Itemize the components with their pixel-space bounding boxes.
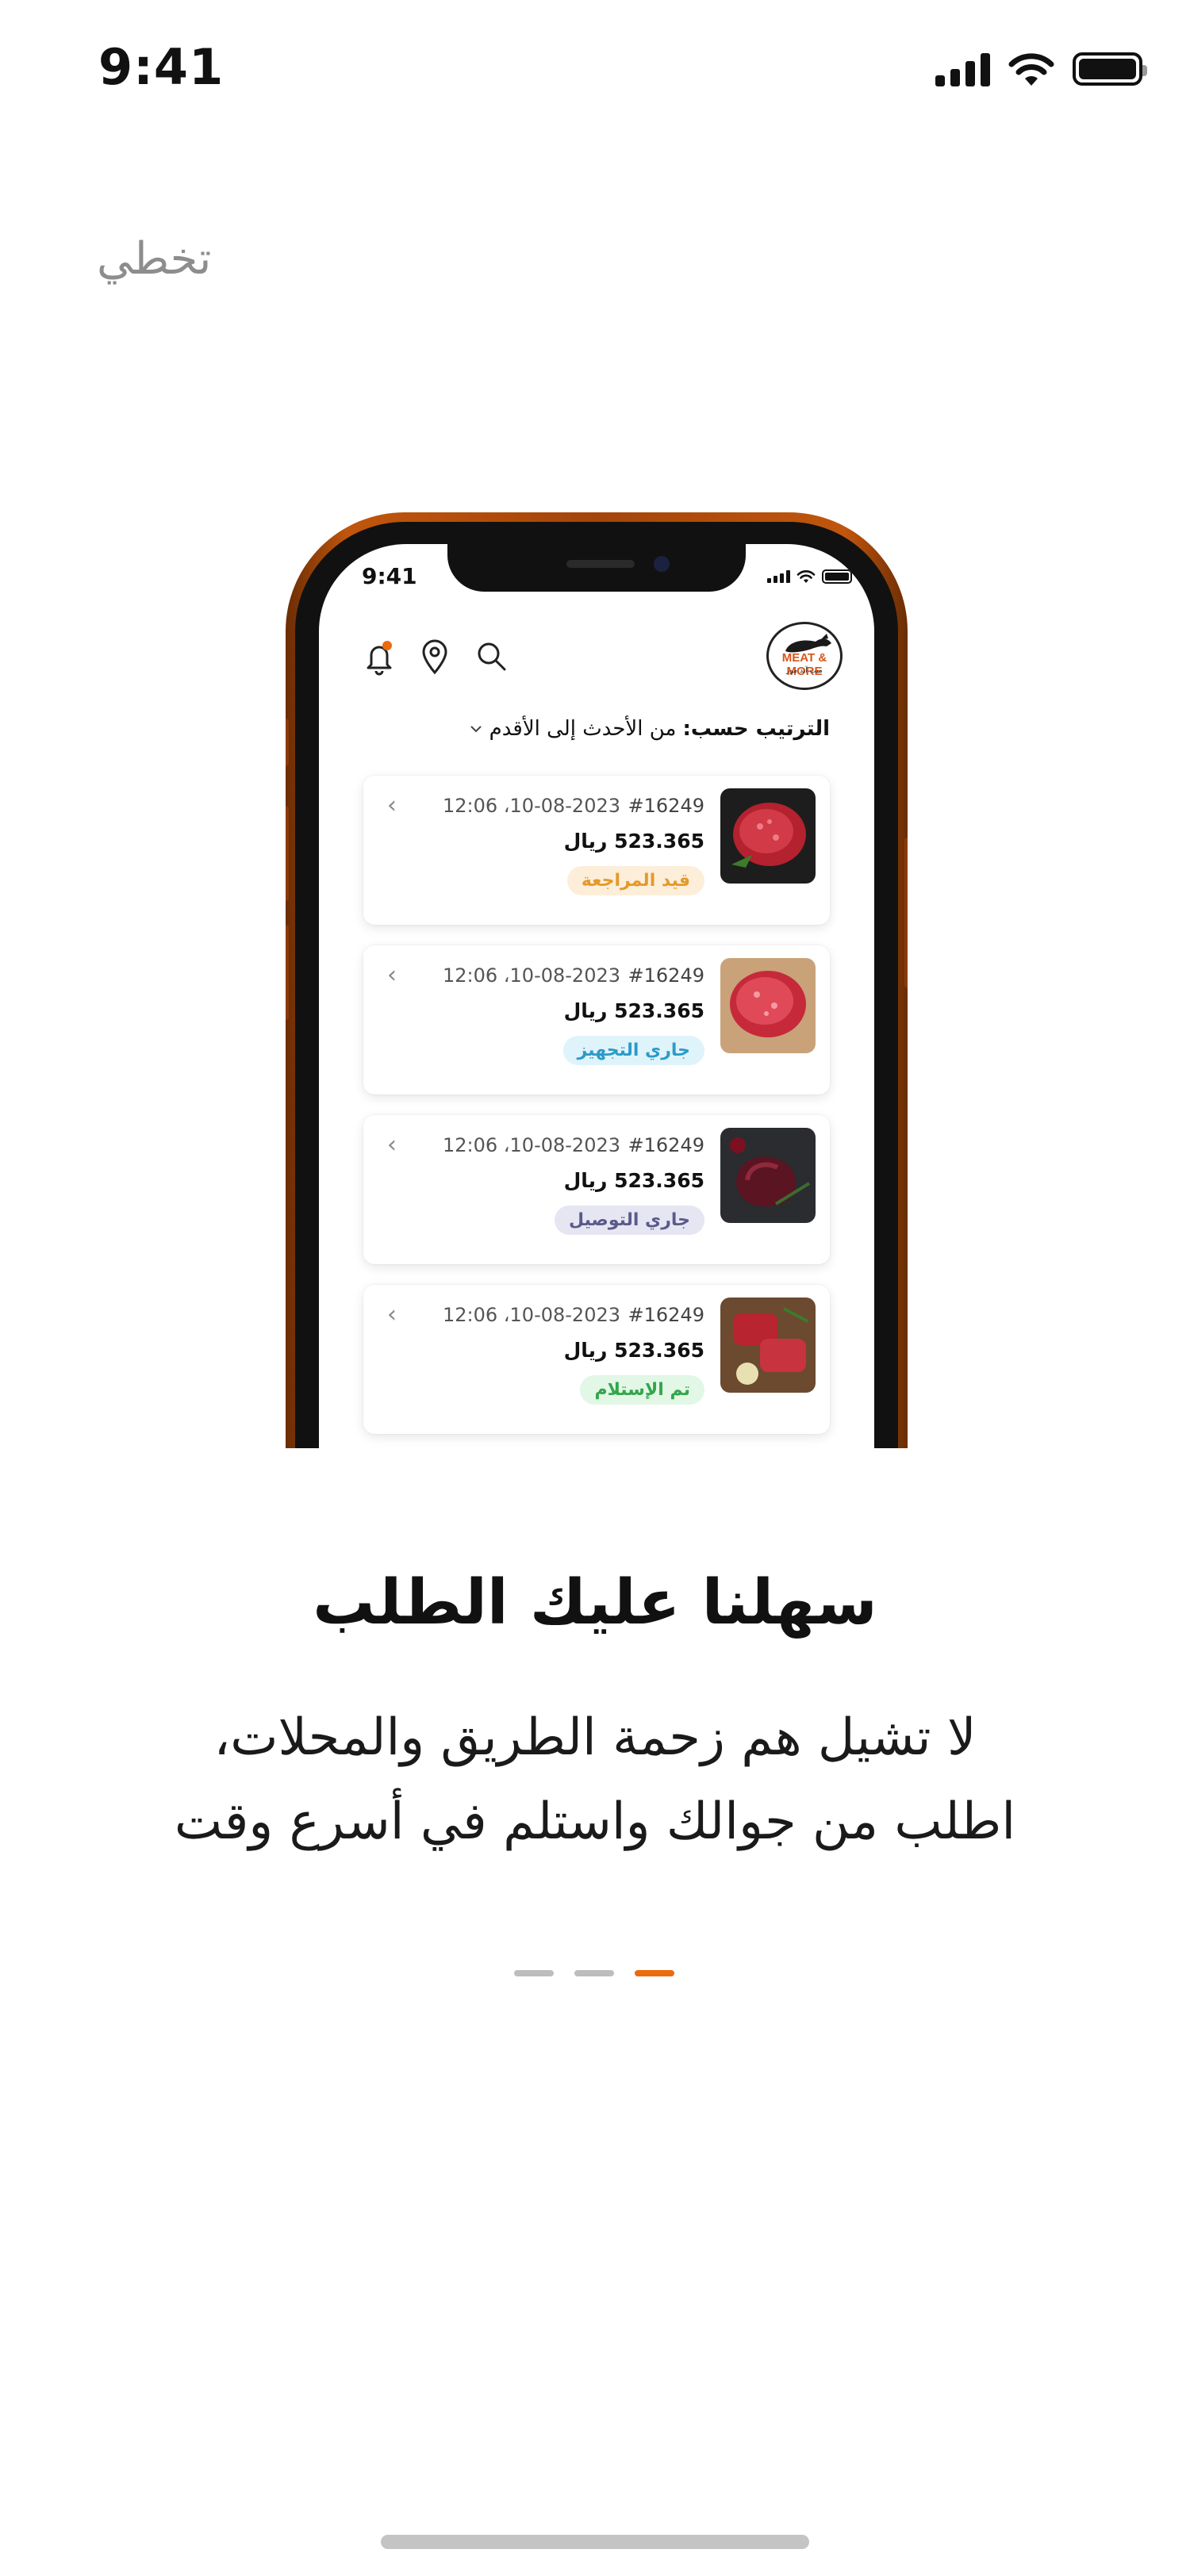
order-price: 523.365 ريال — [563, 999, 704, 1022]
product-image-steaks — [720, 1298, 816, 1393]
status-badge: قيد المراجعة — [566, 866, 704, 895]
onboarding-title: سهلنا عليك الطلب — [313, 1567, 877, 1639]
sort-value: من الأحدث إلى الأقدم — [489, 717, 677, 741]
phone-mockup: 9:41 MEAT & MORE ميت آند مور الترتيب حسب… — [286, 512, 908, 1448]
mockup-toolbar — [363, 638, 509, 676]
page-dot[interactable] — [574, 1970, 614, 1976]
mockup-status-icons — [767, 569, 852, 584]
skip-button[interactable]: تخطي — [97, 233, 211, 285]
product-image-minced-meat — [720, 788, 816, 884]
order-card[interactable]: #16249 12:06 ،10-08-2023 ‹ 523.365 ريال … — [363, 945, 830, 1094]
chevron-left-icon[interactable]: ‹ — [387, 961, 397, 989]
chevron-left-icon[interactable]: ‹ — [387, 1301, 397, 1328]
page-indicator — [514, 1970, 674, 1976]
location-pin-icon[interactable] — [419, 638, 451, 676]
wifi-icon — [1008, 53, 1054, 86]
cellular-signal-icon — [935, 52, 990, 86]
order-id: #16249 — [628, 1134, 704, 1156]
order-card[interactable]: #16249 12:06 ،10-08-2023 ‹ 523.365 ريال … — [363, 1285, 830, 1434]
sort-dropdown[interactable]: الترتيب حسب: من الأحدث إلى الأقدم — [469, 717, 830, 741]
order-datetime: 12:06 ،10-08-2023 — [442, 795, 620, 817]
home-indicator[interactable] — [381, 2535, 809, 2549]
chevron-left-icon[interactable]: ‹ — [387, 1131, 397, 1159]
bell-icon[interactable] — [363, 638, 395, 676]
product-image-ground-beef — [720, 958, 816, 1053]
order-price: 523.365 ريال — [563, 1339, 704, 1362]
sort-label: الترتيب حسب: — [682, 717, 830, 741]
order-price: 523.365 ريال — [563, 830, 704, 853]
page-dot-active[interactable] — [635, 1970, 674, 1976]
description-line-1: لا تشيل هم زحمة الطريق والمحلات، — [213, 1708, 977, 1767]
chevron-down-icon — [470, 726, 482, 733]
mockup-signal-icon — [767, 570, 790, 583]
phone-screen: 9:41 MEAT & MORE ميت آند مور الترتيب حسب… — [319, 544, 874, 1448]
order-datetime: 12:06 ،10-08-2023 — [442, 964, 620, 987]
status-badge: جاري التوصيل — [554, 1206, 704, 1235]
product-image-liver — [720, 1128, 816, 1223]
status-badge: جاري التجهيز — [562, 1036, 704, 1065]
mockup-wifi-icon — [797, 570, 816, 583]
order-id: #16249 — [628, 1304, 704, 1326]
page-dot[interactable] — [514, 1970, 554, 1976]
search-icon[interactable] — [474, 638, 509, 676]
mockup-battery-icon — [822, 569, 852, 584]
order-card[interactable]: #16249 12:06 ،10-08-2023 ‹ 523.365 ريال … — [363, 1115, 830, 1264]
order-price: 523.365 ريال — [563, 1169, 704, 1192]
order-id: #16249 — [628, 795, 704, 817]
mockup-time: 9:41 — [362, 563, 417, 589]
status-badge: تم الإستلام — [580, 1375, 704, 1405]
chevron-left-icon[interactable]: ‹ — [387, 792, 397, 819]
order-card[interactable]: #16249 12:06 ،10-08-2023 ‹ 523.365 ريال … — [363, 776, 830, 925]
order-id: #16249 — [628, 964, 704, 987]
battery-icon — [1073, 52, 1147, 86]
onboarding-description: لا تشيل هم زحمة الطريق والمحلات، اطلب من… — [95, 1696, 1095, 1864]
status-time: 9:41 — [98, 38, 225, 96]
description-line-2: اطلب من جوالك واستلم في أسرع وقت — [174, 1792, 1016, 1851]
phone-notch — [447, 544, 746, 592]
brand-logo: MEAT & MORE ميت آند مور — [766, 622, 843, 690]
order-datetime: 12:06 ،10-08-2023 — [442, 1134, 620, 1156]
order-datetime: 12:06 ،10-08-2023 — [442, 1304, 620, 1326]
status-icons — [935, 51, 1147, 87]
